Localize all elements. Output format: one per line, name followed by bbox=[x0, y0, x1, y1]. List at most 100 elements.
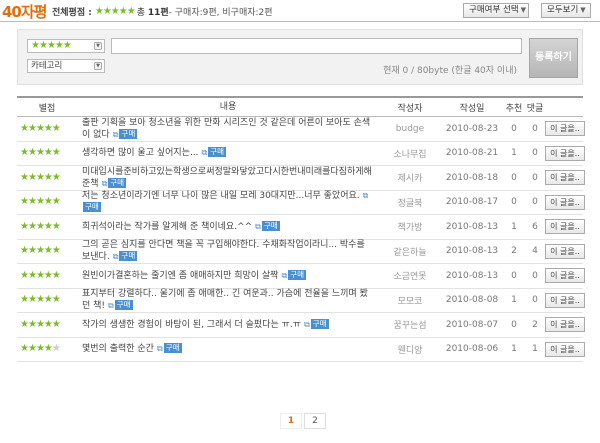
row-action: 이 글을.. bbox=[545, 268, 585, 284]
comment-button[interactable]: 이 글을.. bbox=[545, 317, 585, 333]
page-icon: ⧉ bbox=[101, 178, 108, 188]
purchase-badge: 구매 bbox=[163, 343, 182, 354]
star-icon: ★ bbox=[27, 269, 37, 281]
row-comments: 0 bbox=[532, 197, 538, 208]
star-icon: ★ bbox=[102, 5, 112, 17]
star-icon: ★ bbox=[51, 171, 61, 183]
star-icon: ★ bbox=[43, 220, 53, 232]
comment-button[interactable]: 이 글을.. bbox=[545, 145, 585, 161]
purchase-badge: 구매 bbox=[114, 300, 133, 311]
row-rating: ★★★★★ bbox=[17, 122, 77, 134]
col-rating: 별점 bbox=[38, 103, 56, 114]
page-link[interactable]: 1 bbox=[280, 413, 302, 429]
star-icon: ★ bbox=[20, 147, 29, 159]
star-icon: ★ bbox=[51, 147, 61, 159]
star-icon: ★ bbox=[94, 5, 104, 17]
star-icon: ★ bbox=[27, 171, 37, 183]
star-icon: ★ bbox=[43, 269, 53, 281]
comment-button[interactable]: 이 글을.. bbox=[545, 243, 585, 259]
row-content[interactable]: 표지부터 강렬하다.. 울기에 좀 애매한.. 긴 여운과.. 가슴에 전율을 … bbox=[77, 288, 379, 312]
row-rating-stars: ★★★★★ bbox=[20, 147, 61, 159]
comment-button[interactable]: 이 글을.. bbox=[545, 341, 585, 357]
overall-rating-label: 전체평점 : bbox=[52, 8, 92, 18]
comment-button[interactable]: 이 글을.. bbox=[545, 292, 585, 308]
row-recommend: 0 bbox=[511, 172, 517, 183]
row-content[interactable]: 원빈이가결혼하는 줄기엔 좀 애매하지만 희망이 살짝 ⧉ 구매 bbox=[77, 269, 379, 282]
chevron-down-icon: ▼ bbox=[520, 6, 527, 14]
row-rating: ★★★★★ bbox=[17, 269, 77, 281]
overall-rating: 전체평점 : ★★★★★ 총 11편 - 구매자:9편, 비구매자:2편 bbox=[52, 5, 273, 18]
comment-button[interactable]: 이 글을.. bbox=[545, 219, 585, 235]
col-content: 내용 bbox=[219, 102, 237, 112]
row-content[interactable]: 작가의 생생한 경험이 바탕이 된, 그래서 더 슬펐다는 ㅠ.ㅠ ⧉ 구매 bbox=[77, 318, 379, 331]
row-rating-stars: ★★★★★ bbox=[20, 171, 61, 183]
row-content[interactable]: 미대입시를준비하고있는학생으로써정말와닿았고다시한번내미래를다짐하게해준책 ⧉ 구매 bbox=[77, 166, 379, 190]
star-icon: ★ bbox=[20, 294, 29, 306]
table-row: ★★★★★ 희귀석이라는 작가를 알게해 준 책이네요.^^ ⧉ 구매 책가방 2010-… bbox=[17, 215, 585, 240]
total-prefix: 총 bbox=[136, 8, 145, 18]
row-rating-stars: ★★★★★ bbox=[20, 220, 61, 232]
row-rating: ★★★★★ bbox=[17, 197, 77, 207]
star-icon: ★ bbox=[20, 343, 29, 355]
row-content-text: 희귀석이라는 작가를 알게해 준 책이네요.^^ bbox=[82, 221, 253, 232]
star-icon: ★ bbox=[27, 220, 37, 232]
review-text-input[interactable] bbox=[111, 38, 522, 54]
star-icon: ★ bbox=[51, 318, 61, 330]
pagination: 12 bbox=[280, 413, 328, 429]
star-icon: ★ bbox=[35, 147, 45, 159]
page-icon: ⧉ bbox=[108, 301, 114, 311]
table-row: ★★★★★ 미대입시를준비하고있는학생으로써정말와닿았고다시한번내미래를다짐하게해… bbox=[17, 166, 585, 191]
star-icon: ★ bbox=[110, 5, 120, 17]
chevron-down-icon: ▼ bbox=[580, 6, 586, 14]
table-row: ★★★★★ 생각하면 많이 울고 싶어지는... ⧉ 구매 소나무집 2010-08-21… bbox=[17, 142, 585, 166]
row-content[interactable]: 희귀석이라는 작가를 알게해 준 책이네요.^^ ⧉ 구매 bbox=[77, 220, 379, 233]
star-icon: ★ bbox=[35, 171, 45, 183]
row-content[interactable]: 저는 청소년이라기엔 너무 나이 많은 내일 모레 30대지만...너무 좋았어… bbox=[77, 190, 379, 214]
star-icon: ★ bbox=[27, 343, 37, 355]
purchase-badge: 구매 bbox=[108, 177, 127, 188]
buy-filter-select[interactable]: 구매여부 선택 ▼ bbox=[463, 3, 529, 18]
category-select[interactable]: 카테고리 ▼ bbox=[27, 59, 105, 73]
star-icon: ★ bbox=[35, 220, 45, 232]
comment-button[interactable]: 이 글을.. bbox=[545, 268, 585, 284]
page-icon: ⧉ bbox=[304, 319, 310, 329]
purchase-badge: 구매 bbox=[119, 128, 138, 139]
star-icon: ★ bbox=[31, 40, 40, 51]
col-comments: 댓글 bbox=[526, 103, 544, 114]
comment-button[interactable]: 이 글을.. bbox=[545, 170, 585, 186]
row-author: budge bbox=[395, 123, 425, 134]
star-icon: ★ bbox=[51, 196, 61, 208]
star-icon: ★ bbox=[51, 343, 61, 355]
page-link[interactable]: 2 bbox=[304, 413, 326, 429]
star-icon: ★ bbox=[27, 122, 37, 134]
submit-button[interactable]: 등록하기 bbox=[529, 38, 578, 78]
comment-button[interactable]: 이 글을.. bbox=[545, 121, 585, 137]
row-comments: 4 bbox=[532, 246, 538, 257]
row-date: 2010-08-08 bbox=[445, 295, 499, 306]
row-content-text: 작가의 생생한 경험이 바탕이 된, 그래서 더 슬펐다는 ㅠ.ㅠ bbox=[82, 319, 302, 330]
row-content[interactable]: 출판 기획을 보아 청소년을 위한 만화 시리즈인 것 같은데 어른이 보아도 … bbox=[77, 117, 379, 141]
row-content[interactable]: 생각하면 많이 울고 싶어지는... ⧉ 구매 bbox=[77, 147, 379, 159]
row-rating: ★★★★★ bbox=[17, 295, 77, 305]
row-recommend: 1 bbox=[511, 221, 517, 232]
purchase-badge: 구매 bbox=[83, 202, 101, 213]
row-date: 2010-08-17 bbox=[445, 197, 499, 208]
view-all-select[interactable]: 모두보기 ▼ bbox=[541, 3, 591, 18]
review-write-box: ★★★★★ ▼ 카테고리 ▼ 현재 0 / 80byte (한글 40자 이내)… bbox=[17, 29, 583, 85]
row-author: 정글북 bbox=[397, 198, 423, 209]
row-comments: 1 bbox=[532, 344, 538, 355]
view-all-label: 모두보기 bbox=[547, 5, 579, 15]
purchase-badge: 구매 bbox=[288, 269, 306, 280]
row-content-text: 생각하면 많이 울고 싶어지는... bbox=[82, 148, 199, 159]
star-icon: ★ bbox=[38, 40, 48, 51]
comment-button[interactable]: 이 글을.. bbox=[545, 194, 585, 210]
star-icon: ★ bbox=[27, 318, 37, 330]
star-icon: ★ bbox=[27, 196, 37, 208]
page-icon: ⧉ bbox=[156, 344, 163, 354]
row-rating: ★★★★★ bbox=[17, 318, 77, 330]
row-content[interactable]: 몇번의 출력한 순간 ⧉ 구매 bbox=[77, 343, 379, 355]
row-action: 이 글을.. bbox=[545, 317, 585, 333]
rating-select[interactable]: ★★★★★ ▼ bbox=[27, 39, 105, 53]
row-action: 이 글을.. bbox=[545, 292, 585, 308]
row-content[interactable]: 그의 곧은 심지를 안다면 책을 꼭 구입해야한다. 수채화작업이라니... 박… bbox=[77, 239, 379, 263]
